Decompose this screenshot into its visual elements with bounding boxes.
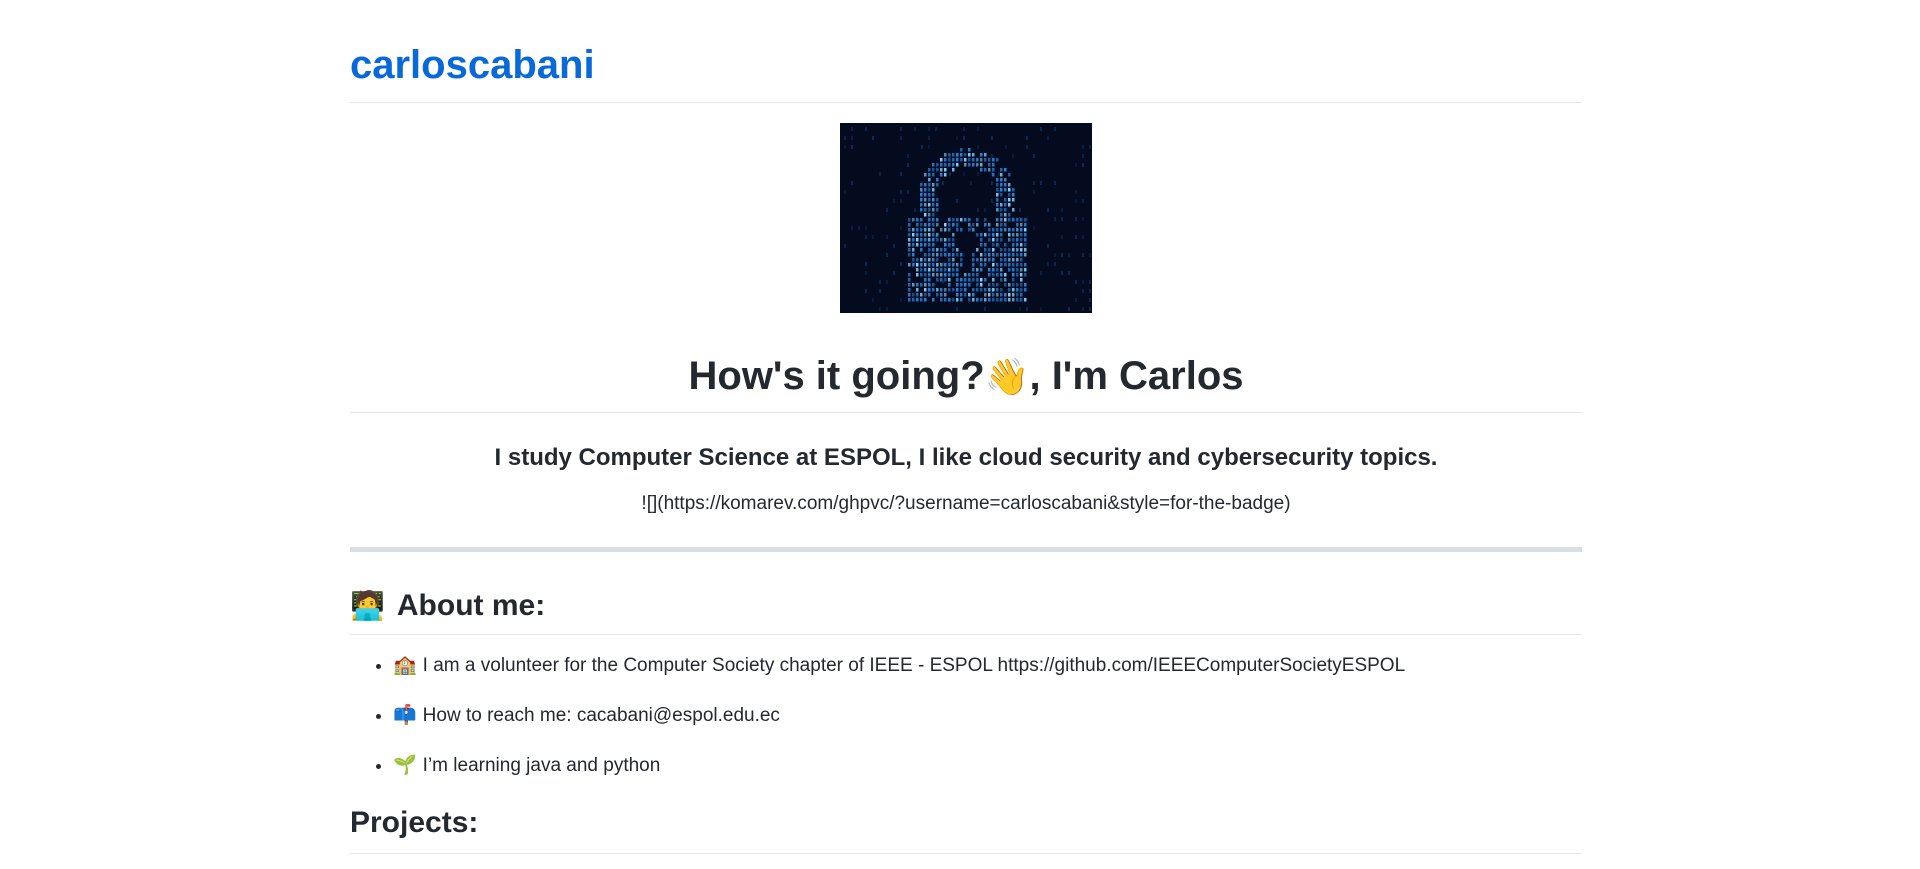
greeting-heading: How's it going?👋, I'm Carlos xyxy=(350,351,1582,413)
school-icon: 🏫 xyxy=(393,655,417,676)
page-container: carloscabani How's it going?👋, I'm Carlo… xyxy=(350,0,1582,854)
hero-image-svg xyxy=(840,123,1092,313)
projects-heading: Projects: xyxy=(350,803,1582,854)
list-item-text: I’m learning java and python xyxy=(423,755,661,776)
about-list: 🏫 I am a volunteer for the Computer Socie… xyxy=(350,653,1582,779)
padlock-digital-icon xyxy=(840,123,1092,313)
list-item: 🌱 I’m learning java and python xyxy=(393,753,1582,779)
greeting-text: How's it going? xyxy=(689,354,985,398)
list-item-text: How to reach me: cacabani@espol.edu.ec xyxy=(423,705,780,726)
intro-text: I study Computer Science at ESPOL, I lik… xyxy=(350,443,1582,473)
list-item: 🏫 I am a volunteer for the Computer Socie… xyxy=(393,653,1582,679)
about-heading: 🧑‍💻 About me: xyxy=(350,586,1582,635)
badge-markdown-text: ![](https://komarev.com/ghpvc/?username=… xyxy=(350,491,1582,517)
site-title-link[interactable]: carloscabani xyxy=(350,40,1582,103)
list-item: 📫 How to reach me: cacabani@espol.edu.ec xyxy=(393,703,1582,729)
section-divider xyxy=(350,547,1582,552)
list-item-text: I am a volunteer for the Computer Societ… xyxy=(423,655,1405,676)
mailbox-icon: 📫 xyxy=(393,705,417,726)
seedling-icon: 🌱 xyxy=(393,755,417,776)
greeting-suffix: , I'm Carlos xyxy=(1029,354,1243,398)
waving-hand-icon: 👋 xyxy=(985,352,1030,402)
technologist-icon: 🧑‍💻 xyxy=(350,586,385,626)
about-heading-text: About me: xyxy=(397,586,545,626)
